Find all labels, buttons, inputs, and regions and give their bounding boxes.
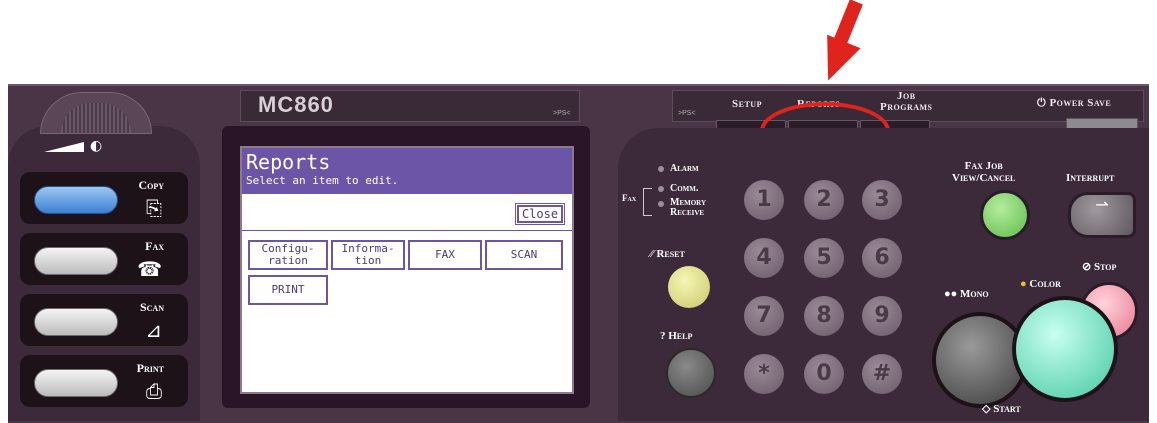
close-button[interactable]: Close bbox=[515, 203, 565, 225]
lcd-screen: Reports Select an item to edit. Close Co… bbox=[240, 146, 574, 394]
stop-icon: ⊘ bbox=[1082, 261, 1094, 273]
scan-label: Scan bbox=[139, 300, 164, 314]
key-5[interactable]: 5 bbox=[804, 238, 844, 278]
contrast-icon: ◐ bbox=[90, 138, 103, 154]
mono-icon: ●● bbox=[944, 288, 961, 300]
screen-subtitle: Select an item to edit. bbox=[246, 174, 399, 187]
start-icon: ◇ bbox=[982, 403, 994, 415]
comm-led bbox=[658, 186, 664, 192]
scan-mode-button[interactable]: Scan ⊿ bbox=[20, 294, 188, 346]
key-3[interactable]: 3 bbox=[862, 180, 902, 220]
alarm-label: Alarm bbox=[670, 163, 699, 174]
copy-icon: ⎘ bbox=[146, 196, 162, 220]
color-icon: ● bbox=[1020, 278, 1027, 290]
option-print[interactable]: PRINT bbox=[248, 275, 328, 305]
mono-label: ●● Mono bbox=[944, 288, 989, 300]
key-0[interactable]: 0 bbox=[804, 354, 844, 394]
fax-job-label: Fax Job View/Cancel bbox=[952, 160, 1016, 184]
annotation-arrow-icon bbox=[811, 34, 861, 88]
stop-label: ⊘ Stop bbox=[1082, 260, 1116, 273]
copy-mode-button[interactable]: Copy ⎘ bbox=[20, 172, 188, 224]
key-hash[interactable]: # bbox=[862, 354, 902, 394]
interrupt-button[interactable]: ⇀ bbox=[1068, 192, 1136, 238]
option-configuration[interactable]: Configu- ration bbox=[248, 240, 328, 270]
color-label: ● Color bbox=[1020, 278, 1061, 290]
mono-text: Mono bbox=[960, 288, 989, 300]
key-8[interactable]: 8 bbox=[804, 296, 844, 336]
key-4[interactable]: 4 bbox=[744, 238, 784, 278]
stop-text: Stop bbox=[1093, 261, 1117, 273]
memory-receive-label: Memory Receive bbox=[670, 197, 707, 218]
start-label: ◇ Start bbox=[982, 402, 1021, 415]
reset-button[interactable] bbox=[668, 266, 710, 308]
print-icon: ⎙ bbox=[146, 379, 162, 403]
brightness-wedge-icon bbox=[44, 142, 84, 152]
fax-label: Fax bbox=[145, 239, 164, 253]
key-1[interactable]: 1 bbox=[744, 180, 784, 220]
key-star[interactable]: * bbox=[744, 354, 784, 394]
fax-bracket bbox=[643, 188, 652, 216]
help-button[interactable] bbox=[666, 348, 716, 398]
power-save-text: Power Save bbox=[1049, 97, 1112, 109]
interrupt-label: Interrupt bbox=[1066, 172, 1115, 184]
screen-header: Reports Select an item to edit. bbox=[242, 148, 572, 194]
fax-bracket-label: Fax bbox=[622, 193, 637, 203]
copy-label: Copy bbox=[138, 178, 164, 192]
ps-badge-right: >PS< bbox=[678, 110, 696, 117]
key-6[interactable]: 6 bbox=[862, 238, 902, 278]
fax-job-cancel-button[interactable] bbox=[980, 190, 1030, 240]
option-scan[interactable]: SCAN bbox=[485, 240, 563, 270]
option-information[interactable]: Informa- tion bbox=[331, 240, 405, 270]
fax-mode-button[interactable]: Fax ☎ bbox=[20, 233, 188, 285]
copy-pill bbox=[34, 186, 118, 214]
model-name: MC860 bbox=[258, 92, 334, 117]
power-save-label: ⏻ Power Save bbox=[1037, 97, 1111, 110]
reset-label: ⁄⁄ Reset bbox=[650, 248, 685, 260]
print-mode-button[interactable]: Print ⎙ bbox=[20, 355, 188, 407]
key-7[interactable]: 7 bbox=[744, 296, 784, 336]
reset-text: Reset bbox=[656, 248, 685, 260]
key-9[interactable]: 9 bbox=[862, 296, 902, 336]
screen-title: Reports bbox=[246, 150, 331, 174]
fax-icon: ☎ bbox=[137, 257, 162, 281]
print-label: Print bbox=[136, 361, 164, 375]
color-start-button[interactable] bbox=[1012, 296, 1118, 402]
comm-label: Comm. bbox=[670, 183, 699, 194]
scan-icon: ⊿ bbox=[145, 318, 162, 342]
power-icon: ⏻ bbox=[1037, 97, 1050, 109]
option-fax[interactable]: FAX bbox=[408, 240, 482, 270]
scan-pill bbox=[34, 308, 118, 336]
key-2[interactable]: 2 bbox=[804, 180, 844, 220]
help-label: ? Help bbox=[660, 330, 692, 342]
interrupt-icon: ⇀ bbox=[1095, 195, 1109, 214]
ps-badge-left: >PS< bbox=[553, 110, 571, 117]
help-icon: ? bbox=[660, 330, 669, 342]
print-pill bbox=[34, 369, 118, 397]
memory-led bbox=[658, 201, 664, 207]
help-text: Help bbox=[668, 330, 693, 342]
job-programs-label: Job Programs bbox=[880, 90, 933, 113]
fax-pill bbox=[34, 247, 118, 275]
start-text: Start bbox=[993, 403, 1021, 415]
alarm-led bbox=[658, 166, 664, 172]
screen-divider bbox=[242, 230, 572, 231]
color-text: Color bbox=[1029, 278, 1061, 290]
setup-label: Setup bbox=[732, 98, 762, 110]
